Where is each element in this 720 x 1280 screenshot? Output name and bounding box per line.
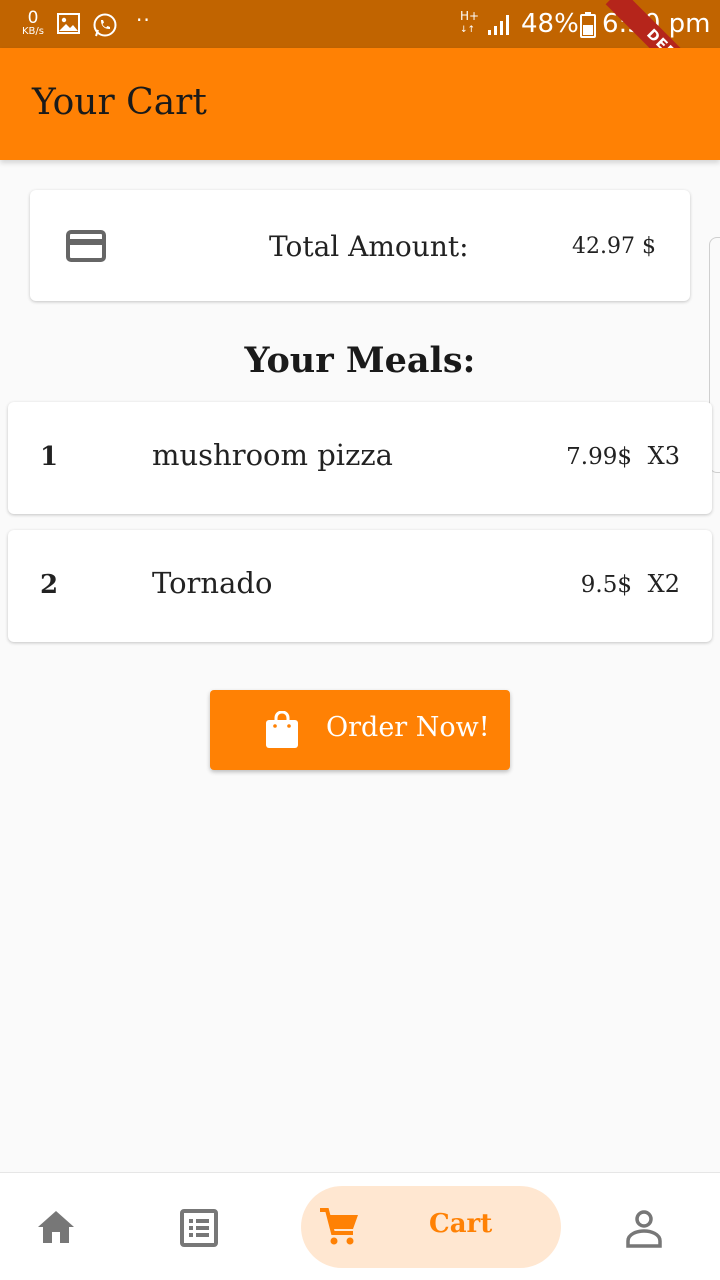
meal-quantity: X2 bbox=[647, 570, 680, 598]
signal-icon bbox=[486, 12, 516, 40]
order-now-label: Order Now! bbox=[326, 712, 490, 743]
shopping-bag-icon bbox=[265, 710, 299, 753]
meal-index: 1 bbox=[40, 442, 59, 472]
meal-price: 7.99$ bbox=[566, 444, 632, 470]
total-amount-value: 42.97 $ bbox=[572, 234, 656, 259]
battery-percent: 48% bbox=[521, 9, 579, 39]
network-type: H+ ↓↑ bbox=[460, 9, 480, 35]
meals-section-title: Your Meals: bbox=[244, 340, 476, 381]
nav-cart[interactable]: Cart bbox=[301, 1186, 561, 1268]
notification-dots: ·· bbox=[136, 8, 151, 32]
nav-cart-label: Cart bbox=[429, 1209, 493, 1239]
person-icon bbox=[624, 1210, 664, 1253]
battery-icon bbox=[580, 12, 596, 42]
nav-profile[interactable] bbox=[624, 1209, 664, 1253]
home-icon bbox=[36, 1211, 76, 1249]
gallery-icon bbox=[57, 13, 80, 38]
network-speed-value: 0 bbox=[27, 8, 39, 28]
list-icon bbox=[180, 1209, 218, 1251]
page-title: Your Cart bbox=[32, 82, 207, 123]
order-now-button[interactable]: Order Now! bbox=[210, 690, 510, 770]
meal-list-item[interactable]: 1 mushroom pizza 7.99$ X3 bbox=[8, 402, 712, 514]
meal-index: 2 bbox=[40, 570, 59, 600]
network-speed-unit: KB/s bbox=[22, 26, 44, 37]
app-bar: Your Cart bbox=[0, 48, 720, 160]
meal-list-item[interactable]: 2 Tornado 9.5$ X2 bbox=[8, 530, 712, 642]
whatsapp-icon bbox=[92, 12, 118, 42]
network-type-label: H+ bbox=[460, 9, 480, 23]
meal-price: 9.5$ bbox=[580, 572, 632, 598]
meal-quantity: X3 bbox=[647, 442, 680, 470]
cart-icon bbox=[318, 1205, 362, 1253]
total-amount-card: Total Amount: 42.97 $ bbox=[30, 190, 690, 301]
credit-card-icon bbox=[66, 230, 106, 266]
nav-menu[interactable] bbox=[180, 1209, 218, 1251]
nav-home[interactable] bbox=[36, 1209, 76, 1249]
bottom-navigation: Cart bbox=[0, 1172, 720, 1280]
network-speed: 0 KB/s bbox=[18, 10, 48, 37]
total-amount-label: Total Amount: bbox=[269, 230, 469, 263]
meal-name: Tornado bbox=[152, 566, 273, 600]
meal-name: mushroom pizza bbox=[152, 438, 393, 472]
